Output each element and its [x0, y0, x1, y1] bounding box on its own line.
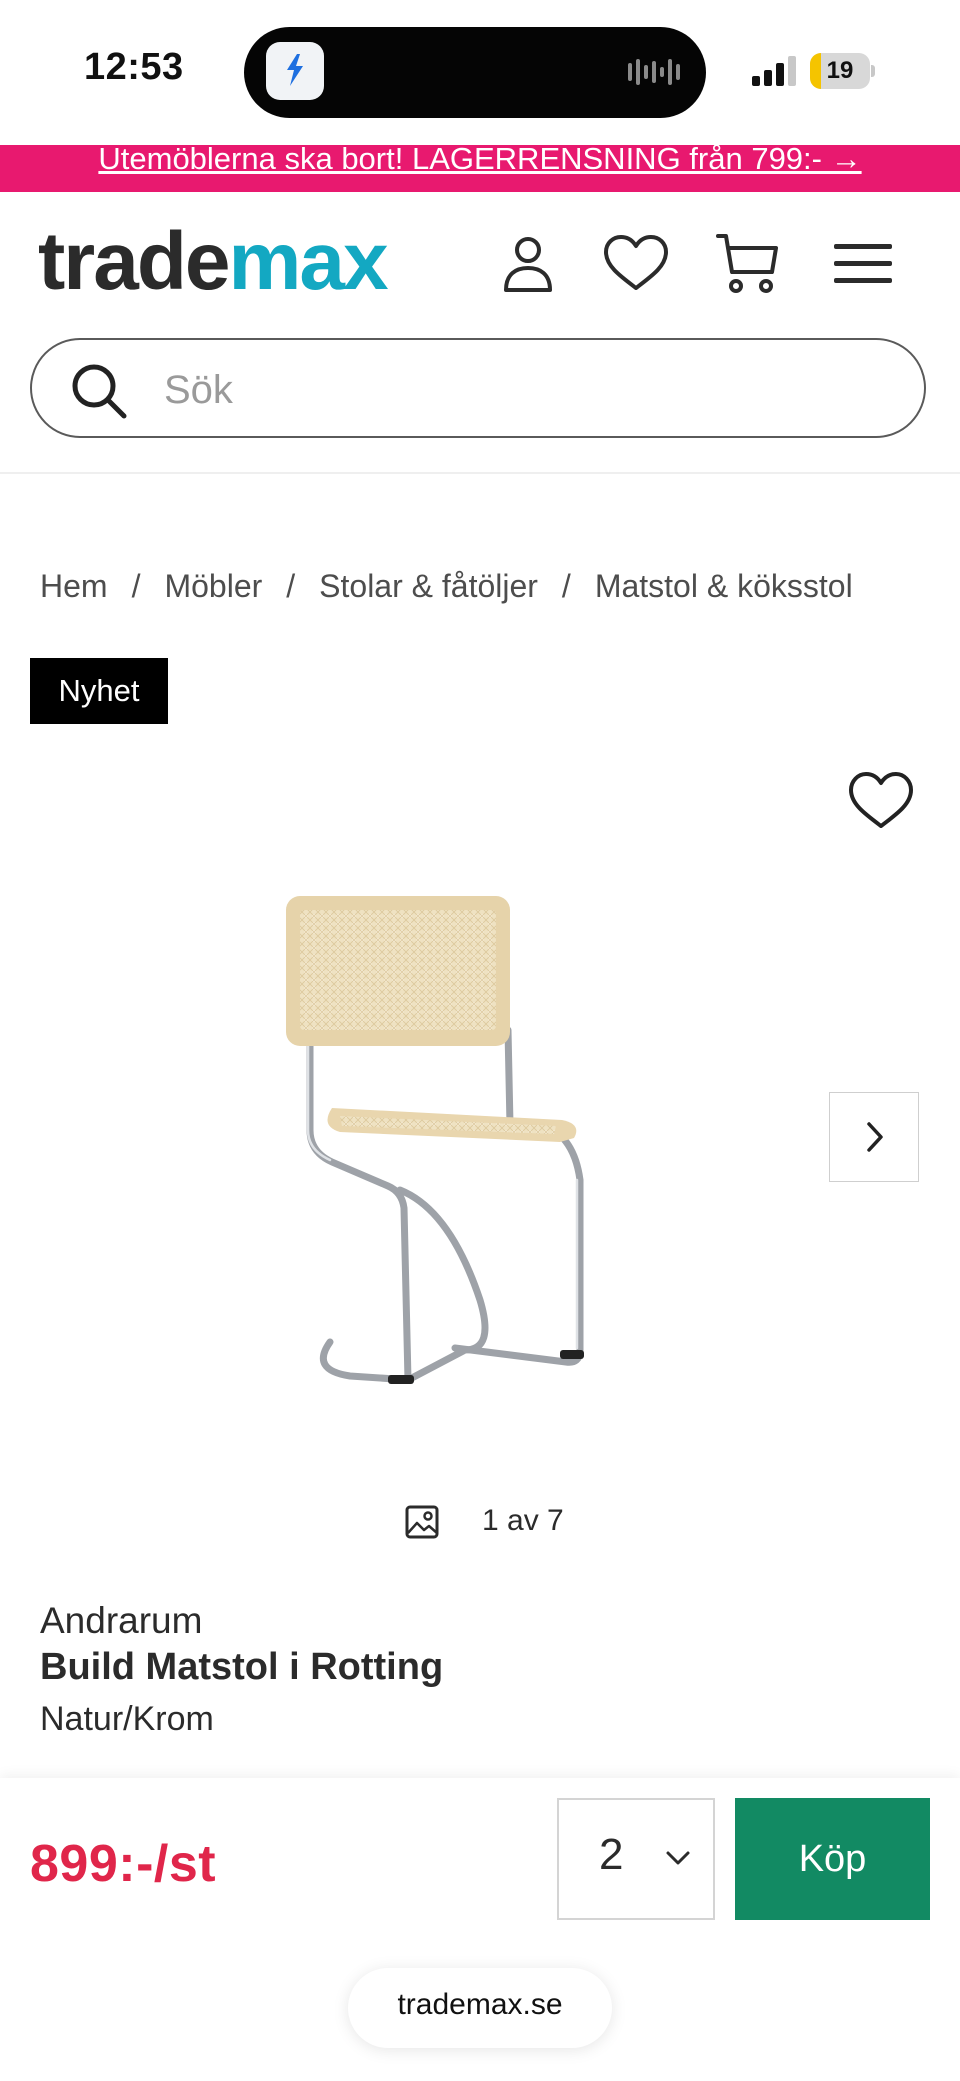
quantity-select[interactable]: 2 [557, 1798, 715, 1920]
product-variant: Natur/Krom [40, 1700, 214, 1738]
logo-text-trade: trade [38, 216, 231, 307]
audio-waveform-icon [628, 59, 680, 85]
quantity-value: 2 [599, 1830, 624, 1879]
breadcrumb-item-stolar[interactable]: Stolar & fåtöljer [319, 568, 538, 604]
breadcrumb-separator: / [131, 568, 141, 604]
search-icon [72, 364, 127, 419]
dynamic-island[interactable] [244, 27, 706, 118]
battery-percent: 19 [826, 57, 854, 84]
new-badge: Nyhet [30, 658, 168, 724]
next-image-button[interactable] [829, 1092, 919, 1182]
chevron-down-icon [666, 1851, 690, 1865]
header-divider [0, 472, 960, 474]
cart-icon[interactable] [712, 228, 784, 300]
breadcrumb-item-matstol[interactable]: Matstol & köksstol [595, 568, 853, 604]
browser-url: trademax.se [397, 1988, 563, 2021]
heart-icon[interactable] [600, 228, 672, 300]
promo-banner: Utemöblerna ska bort! LAGERRENSNING från… [0, 145, 960, 192]
promo-link[interactable]: Utemöblerna ska bort! LAGERRENSNING från… [0, 145, 960, 177]
product-brand[interactable]: Andrarum [40, 1600, 202, 1642]
menu-icon[interactable] [826, 228, 898, 300]
breadcrumb-separator: / [286, 568, 296, 604]
battery-indicator: 19 [810, 53, 870, 89]
app-logo-icon [287, 54, 303, 86]
chevron-right-icon [867, 1122, 883, 1152]
user-icon[interactable] [492, 228, 564, 300]
product-image-chair[interactable] [270, 880, 670, 1420]
breadcrumb-item-mobler[interactable]: Möbler [164, 568, 262, 604]
logo-text-max: max [228, 216, 389, 307]
cellular-signal-icon [752, 56, 796, 86]
image-icon [405, 1505, 439, 1539]
buy-bar: 899:-/st 2 Köp trademax.se [0, 1778, 960, 2081]
battery-tip [871, 65, 875, 77]
live-activity-app-icon[interactable] [266, 42, 324, 100]
breadcrumb-separator: / [561, 568, 571, 604]
image-counter-text: 1 av 7 [482, 1504, 564, 1537]
status-time: 12:53 [84, 46, 184, 88]
product-title: Build Matstol i Rotting [40, 1646, 444, 1688]
browser-address-bar[interactable]: trademax.se [348, 1968, 612, 2048]
product-price: 899:-/st [30, 1835, 217, 1893]
breadcrumb: Hem / Möbler / Stolar & fåtöljer / Matstol & k… [40, 568, 853, 605]
status-bar: 12:53 19 [0, 0, 960, 145]
search-input[interactable] [162, 358, 866, 422]
wishlist-heart-icon[interactable] [846, 768, 916, 832]
trademax-logo[interactable]: trademax [38, 221, 418, 303]
search-bar[interactable] [30, 338, 926, 438]
breadcrumb-item-hem[interactable]: Hem [40, 568, 108, 604]
buy-button[interactable]: Köp [735, 1798, 930, 1920]
